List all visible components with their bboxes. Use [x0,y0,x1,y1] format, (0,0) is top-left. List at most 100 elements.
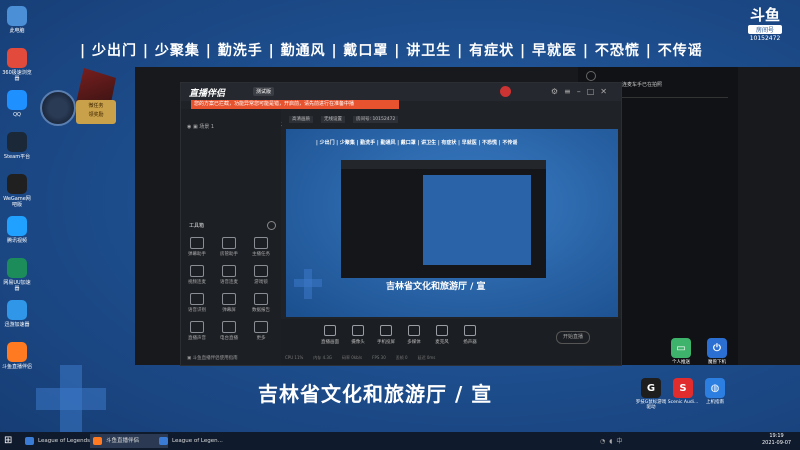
desktop-icon[interactable]: ⏻ 魔兽下机 [700,338,734,365]
desktop-icon[interactable]: 斗鱼直播伴侣 [2,342,32,370]
bottom-tool-icon [408,325,420,336]
stream-preview[interactable]: | 少出门 | 少聚集 | 勤洗手 | 勤通风 | 戴口罩 | 讲卫生 | 有症… [286,129,618,317]
tool-label: 电台直播 [220,336,238,341]
bottom-tool-icon [324,325,336,336]
app-brand: 直播伴侣 [189,89,226,99]
tool-icon [254,293,268,305]
desktop-icon[interactable]: Steam平台 [2,132,32,160]
tool-item[interactable]: 视频连麦 [183,265,211,285]
tool-item[interactable]: 游戏锁 [247,265,275,285]
settings-icon[interactable]: ⚙ [551,87,564,96]
taskbar-app[interactable]: League of Legen... [156,434,234,448]
bottom-tool-icon [380,325,392,336]
tool-item[interactable]: 数据报告 [247,293,275,313]
app-version-badge: 测试版 [253,87,275,96]
start-menu-icon[interactable]: ⊞ [4,435,12,446]
desktop-icon[interactable]: 360极速浏览器 [2,48,32,82]
bottom-tool-icon [352,325,364,336]
input-icon[interactable]: 中 [616,438,626,445]
menu-icon[interactable]: ≡ [564,87,577,96]
status-item: 内存 4.3G [313,355,333,360]
lock-icon[interactable]: ▣ [193,124,198,130]
app-icon [7,258,27,278]
task-reward-badge[interactable]: 微任务 领奖励 [76,100,116,124]
game-avatar-icon[interactable] [40,90,76,126]
taskbar-app[interactable]: League of Legends [22,434,100,448]
tool-label: 更多 [256,336,266,341]
status-item: 丢帧 0 [395,355,408,360]
tool-item[interactable]: 直播声音 [183,321,211,341]
desktop-icon-label: 个人推送 [672,360,690,365]
app-icon: ▭ [671,338,691,358]
toolbox-settings-icon[interactable] [267,221,276,230]
scene-row[interactable]: ◉ ▣ 场景 1 [187,123,214,130]
tool-item[interactable]: 弹幕屏 [215,293,243,313]
desktop-icon[interactable]: 腾讯视频 [2,216,32,244]
stream-tag: 房间号: 10152472 [353,116,399,123]
tool-icon [190,237,204,249]
clock-date: 2021-09-07 [762,440,792,446]
desktop-icon-label: 罗技G鼠标游戏驱动 [635,400,667,410]
bottom-tool-label: 摄像头 [351,340,365,345]
tool-item[interactable]: 弹幕助手 [183,237,211,257]
desktop-icon-label: Steam平台 [3,154,31,160]
status-item: FPS 30 [372,355,386,360]
nested-preview-inner [423,175,531,265]
douyu-room-number: 10152472 [749,35,781,42]
tool-item[interactable]: 语音识别 [183,293,211,313]
desktop-icon[interactable]: ▭ 个人推送 [664,338,698,365]
tool-label: 语音识别 [188,308,206,313]
start-stream-button[interactable]: 开始直播 [556,331,590,344]
desktop-icon[interactable]: 此电脑 [2,6,32,34]
desktop-icon[interactable]: S Scenic Audi... [666,378,700,405]
bottom-tool[interactable]: 手机投屏 [373,325,399,345]
bottom-tool[interactable]: 多媒体 [401,325,427,345]
tool-icon [190,293,204,305]
desktop-icon[interactable]: QQ [2,90,32,118]
tool-item[interactable]: 电台直播 [215,321,243,341]
panel-divider [618,97,728,98]
bottom-tool[interactable]: 摄像头 [345,325,371,345]
desktop-icon-label: 腾讯视频 [6,238,27,244]
maximize-icon[interactable]: □ [587,87,601,96]
tool-icon [190,265,204,277]
bottom-tool-label: 手机投屏 [377,340,395,345]
desktop-icon-label: 魔兽下机 [708,360,726,365]
minimize-icon[interactable]: – [577,87,587,96]
user-avatar[interactable] [500,86,511,97]
warning-notice-bar[interactable]: 您的方案已拦截，功能异常您可能是错，开启前，请先前进行在准备中播 [191,100,399,109]
taskbar-app-label: League of Legen... [172,438,223,444]
app-title-bar: 直播伴侣 测试版 ⚙≡–□✕ [181,83,621,101]
bottom-tool[interactable]: 直播画面 [317,325,343,345]
network-icon[interactable]: ◔ [600,438,609,445]
desktop-icon[interactable]: G 罗技G鼠标游戏驱动 [634,378,668,410]
douyu-logo-mark: 斗鱼 [749,6,780,24]
clock[interactable]: 19:19 2021-09-07 [762,433,791,447]
tool-icon [190,321,204,333]
tool-item[interactable]: 语音连麦 [215,265,243,285]
eye-icon[interactable]: ◉ [187,124,191,130]
tool-label: 视频连麦 [188,280,206,285]
clock-time: 19:19 [769,433,784,439]
status-bar: CPU 11% 内存 4.3G 码率 0kb/s FPS 30 丢帧 0 延迟 0ms [285,355,445,361]
app-icon: S [673,378,693,398]
bottom-tool[interactable]: 扬声器 [457,325,483,345]
app-icon [7,6,27,26]
stream-tag: 高清画质 [289,116,313,123]
app-icon [7,132,27,152]
bottom-tool-label: 麦克风 [435,340,449,345]
bottom-tool-label: 扬声器 [463,340,477,345]
desktop-icon[interactable]: ◍ 上机指南 [698,378,732,405]
status-item: 码率 0kb/s [342,355,363,360]
panel-notice: 连麦车手已在拍照 [622,82,663,88]
douyu-watermark: 斗鱼 房间号 10152472 [742,6,788,42]
tool-item[interactable]: 更多 [247,321,275,341]
desktop-icon[interactable]: 网易UU加速器 [2,258,32,292]
bottom-tool[interactable]: 麦克风 [429,325,455,345]
tool-item[interactable]: 主播任务 [247,237,275,257]
desktop-icon[interactable]: 迅游加速器 [2,300,32,328]
tool-label: 直播声音 [188,336,206,341]
close-icon[interactable]: ✕ [600,87,613,96]
desktop-icon[interactable]: WeGame网吧版 [2,174,32,208]
tool-item[interactable]: 房管助手 [215,237,243,257]
